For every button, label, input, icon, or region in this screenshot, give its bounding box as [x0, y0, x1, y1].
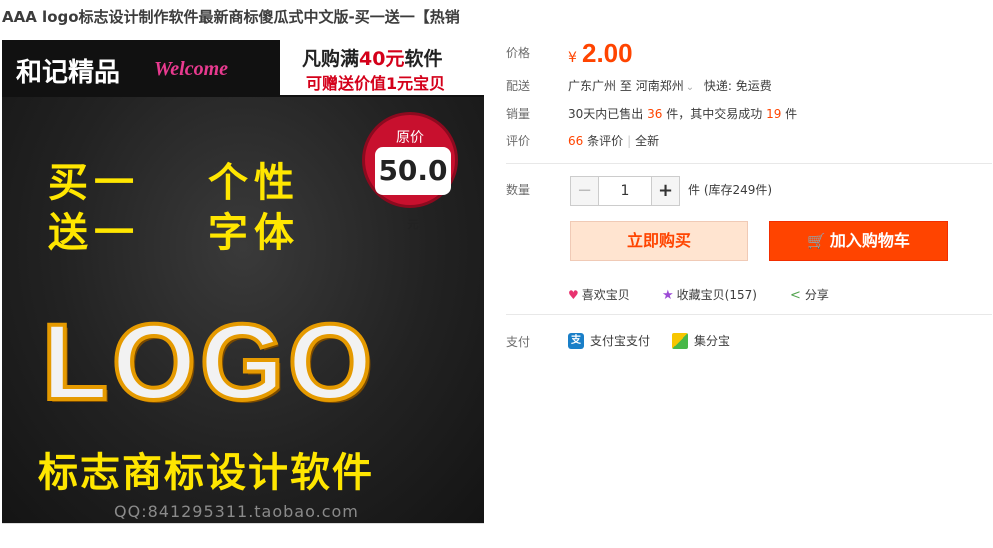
banner-welcome: Welcome	[154, 58, 229, 80]
sales-row: 销量 30天内已售出 36 件，其中交易成功 19 件	[506, 105, 797, 122]
share-icon: <	[790, 288, 801, 303]
share-label: 分享	[804, 288, 829, 302]
add-to-cart-button[interactable]: 🛒 加入购物车	[769, 221, 948, 261]
banner-promo-suffix: 软件	[404, 48, 443, 70]
sales-success-count: 19	[766, 107, 782, 121]
original-price-badge: 原价 50.0 元	[362, 112, 458, 231]
favorite-label: 收藏宝贝(157)	[676, 288, 757, 302]
ship-fee: 快递: 免运费	[703, 79, 772, 93]
banner-promo-prefix: 凡购满	[302, 48, 360, 70]
like-label: 喜欢宝贝	[581, 288, 630, 302]
shop-banner: 和记精品 Welcome 凡购满40元软件 可赠送价值1元宝贝	[2, 40, 484, 97]
sales-count: 36	[647, 107, 663, 121]
promo-get-one: 送一	[48, 210, 140, 256]
shipping-label: 配送	[506, 79, 531, 93]
image-watermark: QQ:841295311.taobao.com	[114, 502, 359, 521]
logo-big-text: LOGO	[40, 301, 376, 422]
ship-to-selector[interactable]: 河南郑州	[636, 79, 684, 93]
condition-new: 全新	[635, 134, 660, 148]
alipay-option[interactable]: 支支付宝支付	[568, 332, 650, 349]
quantity-decrease-button[interactable]: −	[571, 177, 599, 205]
sales-mid: 件，其中交易成功	[666, 107, 763, 121]
banner-brand: 和记精品	[16, 58, 121, 88]
badge-unit: 元	[407, 218, 419, 231]
quantity-increase-button[interactable]: +	[651, 177, 679, 205]
favorite-button[interactable]: ★ 收藏宝贝(157)	[662, 286, 757, 303]
alipay-label: 支付宝支付	[590, 334, 651, 348]
product-main-image[interactable]: 和记精品 Welcome 凡购满40元软件 可赠送价值1元宝贝 买一 个性 送一…	[2, 40, 484, 524]
promo-font: 字体	[208, 210, 300, 256]
quantity-stepper: − +	[570, 176, 680, 206]
sales-suffix: 件	[785, 107, 798, 121]
add-to-cart-label: 加入购物车	[829, 231, 910, 250]
review-label: 评价	[506, 134, 531, 148]
alipay-icon: 支	[568, 332, 584, 349]
jifenbao-label: 集分宝	[694, 334, 731, 348]
price-symbol: ¥	[568, 50, 577, 66]
sales-label: 销量	[506, 107, 531, 121]
share-button[interactable]: < 分享	[790, 286, 829, 303]
review-suffix[interactable]: 条评价	[587, 134, 623, 148]
cart-icon: 🛒	[807, 232, 826, 250]
quantity-stock: 件 (库存249件)	[688, 183, 773, 197]
jifenbao-option[interactable]: 集分宝	[672, 332, 730, 349]
jifenbao-icon	[672, 332, 688, 349]
star-icon: ★	[662, 288, 674, 303]
price-value: 2.00	[582, 38, 633, 68]
chevron-down-icon[interactable]: ⌄	[686, 82, 694, 93]
banner-promo: 凡购满40元软件	[302, 44, 442, 71]
divider: |	[627, 134, 632, 148]
image-subtitle: 标志商标设计软件	[38, 450, 374, 496]
product-title: AAA logo标志设计制作软件最新商标傻瓜式中文版-买一送一【热销	[2, 8, 460, 26]
cut-off-banner-marks	[878, 519, 924, 527]
heart-icon: ♥	[568, 288, 579, 302]
badge-label: 原价	[396, 130, 424, 146]
badge-value: 50.0	[378, 154, 448, 187]
quantity-input[interactable]	[599, 177, 651, 205]
buy-now-button[interactable]: 立即购买	[570, 221, 748, 261]
banner-promo-amount: 40元	[359, 48, 405, 70]
section-divider	[506, 314, 992, 315]
review-count[interactable]: 66	[568, 134, 583, 148]
shipping-row: 配送 广东广州 至 河南郑州 ⌄ 快递: 免运费	[506, 77, 772, 94]
badge-value-box: 50.0 元	[375, 147, 451, 231]
banner-gift: 可赠送价值1元宝贝	[306, 74, 446, 93]
ship-to-word: 至	[619, 79, 632, 93]
quantity-label: 数量	[506, 183, 531, 197]
payment-label: 支付	[506, 335, 531, 349]
ship-from: 广东广州	[568, 79, 617, 93]
price-row: 价格 ¥ 2.00	[506, 38, 633, 68]
price-label: 价格	[506, 46, 531, 60]
sales-prefix: 30天内已售出	[568, 107, 644, 121]
section-divider	[506, 163, 992, 164]
review-row: 评价 66 条评价 | 全新	[506, 132, 659, 149]
like-button[interactable]: ♥ 喜欢宝贝	[568, 286, 630, 303]
payment-row: 支付 支支付宝支付 集分宝	[506, 332, 730, 350]
